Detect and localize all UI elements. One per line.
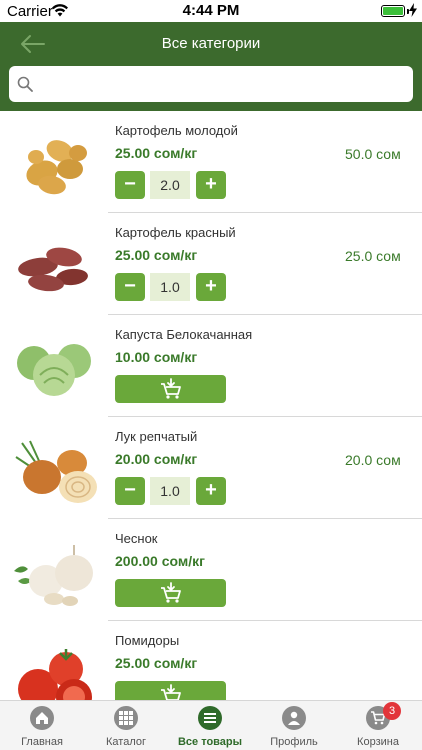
person-icon [282, 706, 306, 730]
cabbage-image [17, 344, 91, 396]
search-bar[interactable] [9, 66, 413, 102]
add-to-cart-icon [161, 684, 181, 700]
clock: 4:44 PM [182, 2, 240, 19]
battery-icon [381, 5, 405, 17]
product-item[interactable]: Капуста Белокачанная 10.00 сом/кг [0, 315, 422, 417]
tab-profile[interactable]: Профиль [252, 701, 336, 750]
product-price: 200.00 сом/кг [115, 553, 205, 569]
cart-count-badge: 3 [383, 702, 401, 720]
add-to-cart-button[interactable] [115, 681, 226, 700]
product-price: 20.00 сом/кг [115, 451, 198, 467]
tab-catalog[interactable]: Каталог [84, 701, 168, 750]
product-name: Капуста Белокачанная [115, 327, 253, 342]
quantity-value[interactable]: 2.0 [150, 171, 190, 199]
tab-label: Все товары [177, 736, 243, 748]
product-name: Помидоры [115, 633, 180, 648]
product-item[interactable]: Лук репчатый 20.00 сом/кг 20.0 сом − 1.0… [0, 417, 422, 519]
add-to-cart-icon [161, 582, 181, 603]
product-item[interactable]: Чеснок 200.00 сом/кг [0, 519, 422, 621]
increase-quantity-button[interactable]: + [196, 477, 226, 505]
header: Все категории [0, 22, 422, 111]
potato-image [26, 140, 87, 195]
decrease-quantity-button[interactable]: − [115, 477, 145, 505]
product-price: 25.00 сом/кг [115, 145, 198, 161]
product-price: 25.00 сом/кг [115, 655, 198, 671]
increase-quantity-button[interactable]: + [196, 171, 226, 199]
tab-cart[interactable]: 3 Корзина [336, 701, 420, 750]
garlic-image [14, 545, 93, 606]
decrease-quantity-button[interactable]: − [115, 171, 145, 199]
red-potato-image [18, 247, 88, 292]
onion-image [15, 440, 97, 503]
add-to-cart-button[interactable] [115, 579, 226, 607]
quantity-value[interactable]: 1.0 [150, 273, 190, 301]
product-item[interactable]: Картофель молодой 25.00 сом/кг 50.0 сом … [0, 111, 422, 213]
product-name: Чеснок [115, 531, 158, 546]
status-bar: Carrier 4:44 PM [0, 0, 422, 22]
product-name: Картофель молодой [115, 123, 238, 138]
tab-bar: Главная Каталог Все товары Профиль 3 Кор… [0, 700, 422, 750]
tab-home[interactable]: Главная [0, 701, 84, 750]
product-price: 10.00 сом/кг [115, 349, 198, 365]
search-input[interactable] [39, 66, 405, 102]
tab-all-products[interactable]: Все товары [168, 701, 252, 750]
add-to-cart-icon [161, 378, 181, 399]
product-item[interactable]: Помидоры 25.00 сом/кг [0, 621, 422, 700]
product-total: 25.0 сом [345, 248, 401, 264]
search-icon [17, 76, 33, 92]
increase-quantity-button[interactable]: + [196, 273, 226, 301]
home-icon [30, 706, 54, 730]
grid-icon [114, 706, 138, 730]
tab-label: Корзина [357, 736, 399, 748]
add-to-cart-button[interactable] [115, 375, 226, 403]
tab-label: Каталог [106, 736, 146, 748]
product-list: Картофель молодой 25.00 сом/кг 50.0 сом … [0, 111, 422, 700]
tab-label: Главная [21, 736, 63, 748]
decrease-quantity-button[interactable]: − [115, 273, 145, 301]
charging-icon [409, 3, 417, 17]
page-title: Все категории [161, 35, 261, 52]
product-total: 50.0 сом [345, 146, 401, 162]
product-price: 25.00 сом/кг [115, 247, 198, 263]
product-name: Лук репчатый [115, 429, 198, 444]
list-icon [198, 706, 222, 730]
product-name: Картофель красный [115, 225, 236, 240]
product-total: 20.0 сом [345, 452, 401, 468]
product-item[interactable]: Картофель красный 25.00 сом/кг 25.0 сом … [0, 213, 422, 315]
quantity-value[interactable]: 1.0 [150, 477, 190, 505]
tomato-image [18, 649, 92, 700]
tab-label: Профиль [270, 736, 318, 748]
